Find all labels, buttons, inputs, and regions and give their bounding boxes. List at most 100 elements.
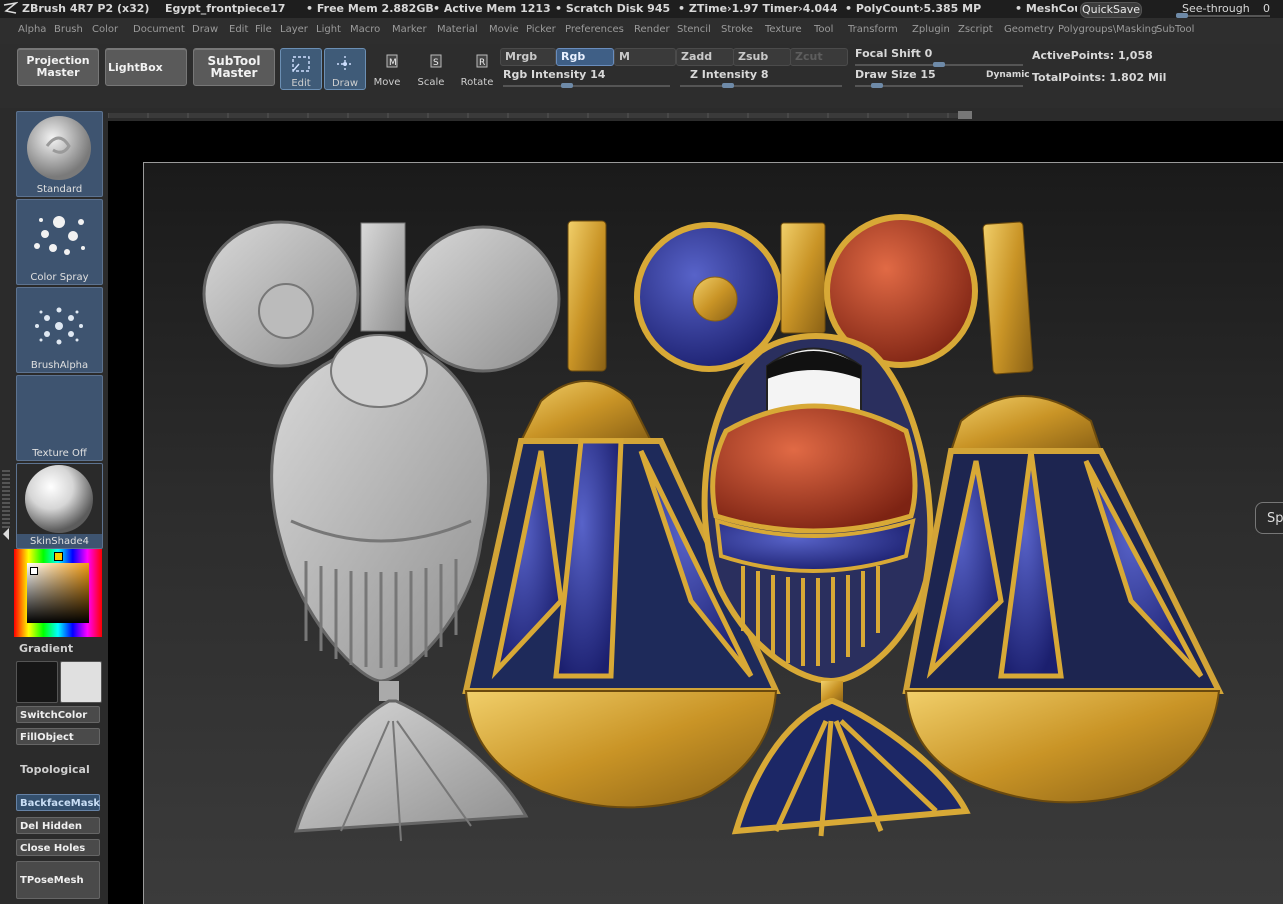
backface-mask-button[interactable]: BackfaceMask xyxy=(16,794,100,811)
dynamic-toggle[interactable]: Dynamic xyxy=(986,67,1030,83)
draw-label: Draw xyxy=(331,78,359,89)
see-through-slider[interactable] xyxy=(1176,13,1270,18)
active-points: ActivePoints: 1,058 xyxy=(1032,48,1153,64)
focal-shift-text: Focal Shift xyxy=(855,47,921,60)
rotate-mode-button[interactable]: R Rotate xyxy=(457,48,497,88)
menu-texture[interactable]: Texture xyxy=(765,24,802,35)
menu-picker[interactable]: Picker xyxy=(526,24,556,35)
menu-brush[interactable]: Brush xyxy=(54,24,83,35)
close-holes-button[interactable]: Close Holes xyxy=(16,839,100,856)
zbrush-logo-icon xyxy=(3,1,18,14)
secondary-color-swatch[interactable] xyxy=(16,661,58,703)
meshcount: • MeshCount› xyxy=(1015,2,1077,15)
menu-marker[interactable]: Marker xyxy=(392,24,427,35)
document-viewport[interactable] xyxy=(143,162,1283,904)
polycount: • PolyCount›5.385 MP xyxy=(845,2,982,15)
switch-color-button[interactable]: SwitchColor xyxy=(16,706,100,723)
menu-render[interactable]: Render xyxy=(634,24,670,35)
menu-preferences[interactable]: Preferences xyxy=(565,24,624,35)
color-picker[interactable] xyxy=(14,549,102,637)
focal-shift-slider[interactable] xyxy=(855,62,1023,67)
zadd-toggle[interactable]: Zadd xyxy=(676,48,734,66)
document-name: Egypt_frontpiece17 xyxy=(165,2,286,15)
menu-file[interactable]: File xyxy=(255,24,272,35)
subtool-master-button[interactable]: SubTool Master xyxy=(193,48,275,86)
side-panel-tab[interactable]: Sp xyxy=(1255,502,1283,534)
stroke-slot[interactable]: Color Spray xyxy=(16,199,103,285)
menu-material[interactable]: Material xyxy=(437,24,478,35)
menu-document[interactable]: Document xyxy=(133,24,185,35)
focal-shift-value[interactable]: 0 xyxy=(925,47,933,60)
menu-subtool[interactable]: SubTool xyxy=(1156,24,1194,35)
menu-stroke[interactable]: Stroke xyxy=(721,24,753,35)
material-slot[interactable]: SkinShade4 xyxy=(16,463,103,549)
hue-cursor[interactable] xyxy=(54,552,63,561)
m-toggle[interactable]: M xyxy=(614,48,676,66)
menu-zscript[interactable]: Zscript xyxy=(958,24,993,35)
main-color-swatch[interactable] xyxy=(60,661,102,703)
menu-alpha[interactable]: Alpha xyxy=(18,24,46,35)
ztime: • ZTime›1.97 Timer›4.044 xyxy=(678,2,838,15)
menu-transform[interactable]: Transform xyxy=(848,24,898,35)
color-spray-icon xyxy=(34,216,85,255)
z-intensity-knob[interactable] xyxy=(722,83,734,88)
draw-icon xyxy=(337,56,353,72)
tray-handle[interactable] xyxy=(2,468,10,528)
z-intensity-value[interactable]: 8 xyxy=(761,68,769,81)
lightbox-button[interactable]: LightBox xyxy=(105,48,187,86)
rgb-intensity-slider[interactable] xyxy=(503,83,670,88)
rgb-toggle[interactable]: Rgb xyxy=(556,48,614,66)
rgb-intensity-knob[interactable] xyxy=(561,83,573,88)
edit-mode-button[interactable]: Edit xyxy=(280,48,322,90)
menu-light[interactable]: Light xyxy=(316,24,341,35)
topological-label[interactable]: Topological xyxy=(20,763,90,776)
z-intensity-slider[interactable] xyxy=(680,83,842,88)
menu-stencil[interactable]: Stencil xyxy=(677,24,711,35)
color-picker-cursor[interactable] xyxy=(30,567,38,575)
projection-master-button[interactable]: Projection Master xyxy=(17,48,99,86)
draw-mode-button[interactable]: Draw xyxy=(324,48,366,90)
brush-slot[interactable]: Standard xyxy=(16,111,103,197)
active-points-value: 1,058 xyxy=(1117,49,1153,62)
z-intensity-text: Z Intensity xyxy=(690,68,758,81)
left-tray: Standard Color Spray BrushAlpha Texture … xyxy=(0,108,106,904)
scratch-disk: • Scratch Disk 945 xyxy=(555,2,671,15)
mrgb-toggle[interactable]: Mrgb xyxy=(500,48,556,66)
del-hidden-button[interactable]: Del Hidden xyxy=(16,817,100,834)
fill-object-button[interactable]: FillObject xyxy=(16,728,100,745)
scale-mode-button[interactable]: S Scale xyxy=(411,48,451,88)
menu-layer[interactable]: Layer xyxy=(280,24,308,35)
tpose-mesh-button[interactable]: TPoseMesh xyxy=(16,861,100,899)
rgb-intensity-label: Rgb Intensity 14 xyxy=(503,67,605,83)
menu-movie[interactable]: Movie xyxy=(489,24,519,35)
menu-geometry[interactable]: Geometry xyxy=(1004,24,1054,35)
total-points-label: TotalPoints: xyxy=(1032,71,1106,84)
texture-slot[interactable]: Texture Off xyxy=(16,375,103,461)
menu-tool[interactable]: Tool xyxy=(814,24,833,35)
tray-collapse-arrow-icon[interactable] xyxy=(3,528,9,540)
draw-size-slider[interactable] xyxy=(855,83,1023,88)
draw-size-value[interactable]: 15 xyxy=(920,68,935,81)
menu-zplugin[interactable]: Zplugin xyxy=(912,24,950,35)
canvas-ruler xyxy=(108,111,972,119)
zcut-toggle[interactable]: Zcut xyxy=(790,48,848,66)
menu-macro[interactable]: Macro xyxy=(350,24,380,35)
rgb-intensity-text: Rgb Intensity xyxy=(503,68,587,81)
menu-edit[interactable]: Edit xyxy=(229,24,248,35)
material-name: SkinShade4 xyxy=(30,536,89,547)
quicksave-button[interactable]: QuickSave xyxy=(1080,2,1142,18)
menu-draw[interactable]: Draw xyxy=(192,24,218,35)
scale-label: Scale xyxy=(417,77,445,88)
draw-size-knob[interactable] xyxy=(871,83,883,88)
zsub-toggle[interactable]: Zsub xyxy=(733,48,791,66)
rgb-intensity-value[interactable]: 14 xyxy=(590,68,605,81)
svg-text:R: R xyxy=(479,58,485,68)
focal-shift-label: Focal Shift 0 xyxy=(855,46,932,62)
alpha-slot[interactable]: BrushAlpha xyxy=(16,287,103,373)
edit-icon xyxy=(292,56,310,72)
gradient-label: Gradient xyxy=(19,642,74,655)
menu-color[interactable]: Color xyxy=(92,24,118,35)
total-points-value: 1.802 Mil xyxy=(1109,71,1167,84)
move-mode-button[interactable]: M Move xyxy=(367,48,407,88)
menu-polygroups-masking[interactable]: Polygroups\Masking xyxy=(1058,24,1157,35)
